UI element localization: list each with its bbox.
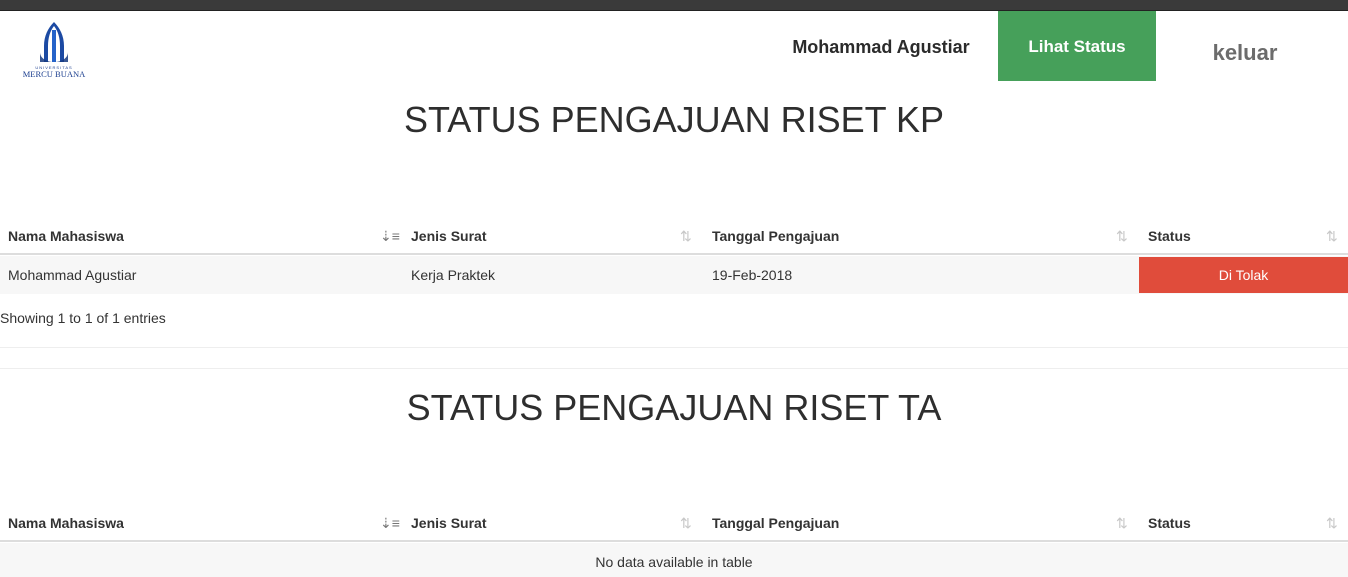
sort-both-icon[interactable]: ⇅ [680,504,692,540]
kp-table-info: Showing 1 to 1 of 1 entries [0,310,166,326]
logo-text: MERCU BUANA [22,69,86,79]
kp-col-jenis[interactable]: Jenis Surat [403,217,486,253]
kp-row-nama: Mohammad Agustiar [8,267,137,283]
sort-both-icon[interactable]: ⇅ [1116,217,1128,253]
kp-col-nama[interactable]: Nama Mahasiswa [0,217,124,253]
ta-section-title: STATUS PENGAJUAN RISET TA [406,387,942,428]
university-logo[interactable]: UNIVERSITAS MERCU BUANA [16,22,92,82]
kp-row-tanggal: 19-Feb-2018 [712,267,793,283]
sort-both-icon[interactable]: ⇅ [1326,504,1338,540]
ta-col-nama[interactable]: Nama Mahasiswa [0,504,124,540]
ta-table-header: Nama Mahasiswa ⇣≡ Jenis Surat ⇅ Tanggal … [0,504,1348,542]
sort-both-icon[interactable]: ⇅ [1326,217,1338,253]
kp-section-title: STATUS PENGAJUAN RISET KP [403,99,945,140]
ta-col-jenis[interactable]: Jenis Surat [403,504,486,540]
kp-row-jenis: Kerja Praktek [411,267,496,283]
lihat-status-button[interactable]: Lihat Status [998,11,1156,81]
section-divider [0,368,1348,369]
logo-mark-icon [40,22,68,62]
sort-ascending-icon[interactable]: ⇣≡ [380,217,400,253]
status-badge: Di Tolak [1139,257,1348,293]
ta-col-tanggal[interactable]: Tanggal Pengajuan [704,504,839,540]
kp-col-tanggal[interactable]: Tanggal Pengajuan [704,217,839,253]
ta-col-status[interactable]: Status [1140,504,1191,540]
kp-table-header: Nama Mahasiswa ⇣≡ Jenis Surat ⇅ Tanggal … [0,217,1348,255]
sort-both-icon[interactable]: ⇅ [680,217,692,253]
sort-both-icon[interactable]: ⇅ [1116,504,1128,540]
nav-user-name[interactable]: Mohammad Agustiar [770,11,992,81]
sort-ascending-icon[interactable]: ⇣≡ [380,504,400,540]
kp-col-status[interactable]: Status [1140,217,1191,253]
logout-link[interactable]: keluar [1166,11,1324,81]
section-divider [0,347,1348,348]
table-row: Mohammad Agustiar Kerja Praktek 19-Feb-2… [0,256,1348,294]
ta-empty-row: No data available in table [0,543,1348,577]
